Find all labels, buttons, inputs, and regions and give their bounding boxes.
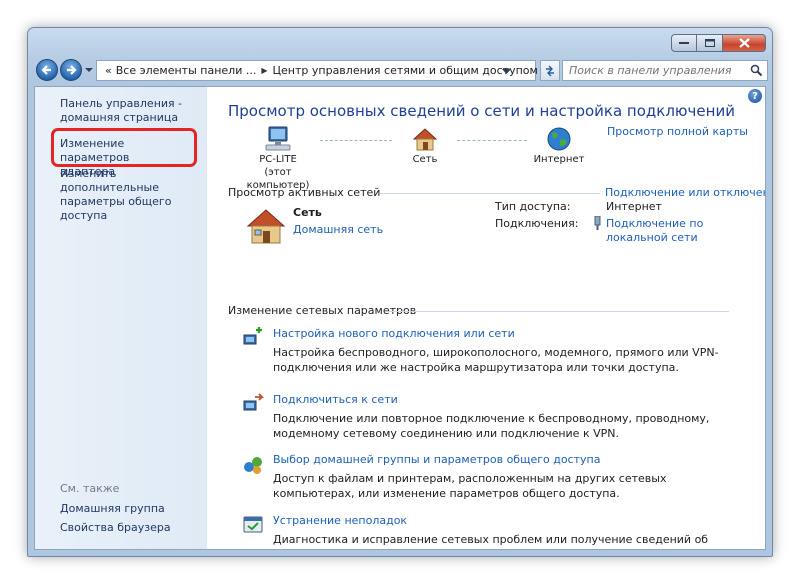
map-node-internet-name: Интернет [533, 154, 585, 165]
task-title[interactable]: Выбор домашней группы и параметров общег… [273, 453, 600, 466]
map-node-network-name: Сеть [412, 154, 438, 165]
see-also-header: См. также [60, 482, 120, 495]
sidebar-item-browser-properties[interactable]: Свойства браузера [60, 521, 210, 535]
computer-icon [265, 126, 291, 151]
crumb-network-center[interactable]: Центр управления сетями и общим доступом [273, 64, 538, 77]
minimize-icon [679, 42, 689, 44]
active-network-name: Сеть [293, 206, 322, 219]
minimize-button[interactable] [671, 34, 697, 52]
task-title[interactable]: Устранение неполадок [273, 514, 407, 527]
crumb-all-items[interactable]: Все элементы панели ... [116, 64, 257, 77]
section-divider [380, 193, 600, 194]
maximize-icon [704, 39, 715, 47]
lan-connection-icon [594, 216, 601, 230]
task-description: Подключение или повторное подключение к … [273, 412, 710, 440]
task-description: Настройка беспроводного, широкополосного… [273, 346, 719, 374]
map-node-internet[interactable]: Интернет [527, 125, 591, 166]
refresh-button[interactable] [540, 60, 560, 81]
active-networks-header: Просмотр активных сетей [228, 186, 381, 199]
map-link [457, 140, 527, 141]
map-node-computer[interactable]: PC-LITE (этот компьютер) [238, 125, 318, 192]
access-type-label: Тип доступа: [495, 200, 571, 213]
section-divider [389, 311, 729, 312]
home-network-icon [412, 128, 438, 151]
connect-disconnect-link[interactable]: Подключение или отключение [605, 186, 765, 199]
search-icon[interactable] [750, 64, 763, 77]
access-type-value: Интернет [606, 200, 662, 213]
home-network-large-icon [246, 209, 286, 244]
close-icon [738, 38, 750, 48]
sidebar: Панель управления - домашняя страница Из… [35, 87, 207, 549]
recent-pages-dropdown-icon[interactable] [84, 65, 94, 75]
troubleshoot-icon[interactable] [242, 514, 264, 536]
globe-icon [547, 127, 571, 151]
forward-button[interactable] [60, 59, 82, 81]
task-description: Диагностика и исправление сетевых пробле… [273, 533, 709, 549]
task-title[interactable]: Настройка нового подключения или сети [273, 327, 515, 340]
maximize-button[interactable] [697, 34, 723, 52]
address-dropdown-icon[interactable] [502, 67, 511, 75]
network-type-link[interactable]: Домашняя сеть [293, 223, 383, 236]
search-box[interactable] [562, 60, 768, 81]
client-area: Панель управления - домашняя страница Из… [34, 86, 766, 550]
homegroup-icon[interactable] [242, 453, 264, 475]
change-settings-header: Изменение сетевых параметров [228, 304, 417, 317]
help-icon[interactable]: ? [748, 89, 762, 103]
highlight-frame [51, 128, 197, 167]
connect-network-icon[interactable] [242, 393, 264, 415]
main-panel: ? Просмотр основных сведений о сети и на… [207, 87, 765, 549]
connections-label: Подключения: [495, 217, 579, 230]
page-title: Просмотр основных сведений о сети и наст… [228, 102, 735, 120]
map-node-computer-name: PC-LITE [259, 154, 297, 165]
arrow-left-icon [41, 65, 51, 75]
map-node-network[interactable]: Сеть [395, 125, 455, 166]
task-description: Доступ к файлам и принтерам, расположенн… [273, 472, 667, 500]
close-button[interactable] [723, 34, 766, 52]
back-button[interactable] [36, 59, 58, 81]
sidebar-item-homegroup[interactable]: Домашняя группа [60, 502, 210, 516]
control-panel-window: « Все элементы панели ... ▶ Центр управл… [27, 27, 773, 557]
address-bar[interactable]: « Все элементы панели ... ▶ Центр управл… [96, 60, 538, 81]
lan-connection-link[interactable]: Подключение по локальной сети [606, 217, 706, 245]
arrow-right-icon [67, 65, 77, 75]
address-prefix[interactable]: « [105, 64, 112, 77]
task-title[interactable]: Подключиться к сети [273, 393, 398, 406]
sidebar-item-sharing-settings[interactable]: Изменить дополнительные параметры общего… [60, 167, 200, 223]
sidebar-item-home[interactable]: Панель управления - домашняя страница [60, 97, 190, 125]
map-link [320, 140, 392, 141]
new-connection-icon[interactable] [242, 327, 264, 349]
search-input[interactable] [569, 64, 739, 77]
refresh-icon [546, 65, 554, 76]
full-map-link[interactable]: Просмотр полной карты [607, 125, 748, 138]
window-controls [671, 34, 766, 52]
navigation-bar: « Все элементы панели ... ▶ Центр управл… [34, 59, 768, 83]
crumb-separator-icon[interactable]: ▶ [261, 66, 267, 75]
